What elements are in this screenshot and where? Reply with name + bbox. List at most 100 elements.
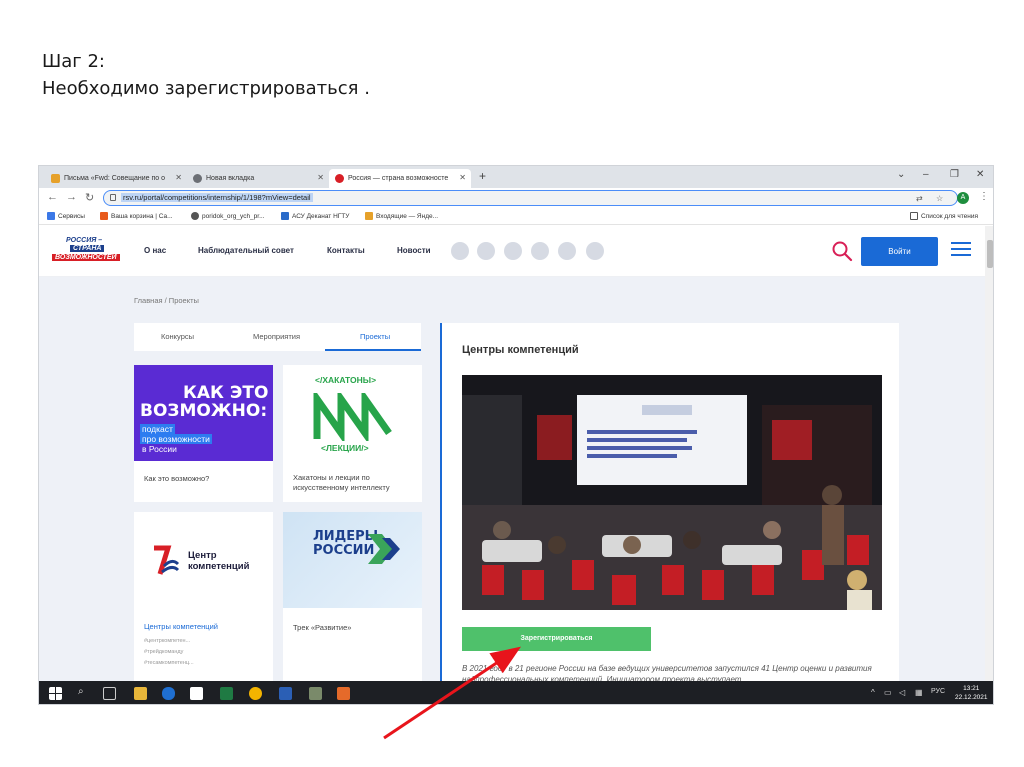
bookmark-icon	[100, 212, 108, 220]
logo-line3: ВОЗМОЖНОСТЕЙ	[52, 254, 120, 261]
close-icon[interactable]: ✕	[317, 173, 324, 182]
tab-new[interactable]: Новая вкладка ✕	[187, 169, 329, 188]
forward-arrow-icon[interactable]: →	[66, 191, 77, 203]
minimize-icon[interactable]: –	[923, 169, 929, 180]
page-content: Главная / Проекты Конкурсы Мероприятия П…	[39, 277, 985, 681]
hackathon-label-top: </ХАКАТОНЫ>	[315, 375, 377, 385]
tab-label: Письма «Fwd: Совещание по о	[64, 175, 166, 182]
translate-icon[interactable]: ⇄	[916, 194, 923, 203]
keyboard-icon[interactable]: ▦	[915, 688, 923, 697]
bookmark-poridok[interactable]: poridok_org_ych_pr...	[191, 212, 265, 220]
competence-logo-line2: компетенций	[188, 561, 250, 572]
bookmark-label: Сервисы	[58, 212, 85, 220]
bookmark-icon	[191, 212, 199, 220]
youtube-icon[interactable]	[586, 242, 604, 260]
window-close-icon[interactable]: ✕	[976, 169, 984, 180]
chrome-icon	[193, 174, 202, 183]
bookmark-yandex-mail[interactable]: Входящие — Янде...	[365, 212, 438, 220]
tag[interactable]: #тесамкомпетенц...	[144, 658, 194, 669]
search-icon[interactable]	[831, 240, 853, 262]
edge-icon[interactable]	[162, 687, 175, 700]
annotation-arrow-icon	[383, 646, 521, 740]
tab-events[interactable]: Мероприятия	[253, 332, 300, 341]
reading-list-icon	[910, 212, 918, 220]
close-icon[interactable]: ✕	[459, 173, 466, 182]
back-arrow-icon[interactable]: ←	[47, 191, 58, 203]
bookmark-services[interactable]: Сервисы	[47, 212, 85, 220]
network-icon[interactable]: ▭	[884, 688, 892, 697]
competence-logo-text: Центр компетенций	[188, 550, 249, 572]
address-bar[interactable]: rsv.ru/portal/competitions/internship/1/…	[103, 190, 958, 206]
url-text[interactable]: rsv.ru/portal/competitions/internship/1/…	[121, 193, 313, 202]
reading-list[interactable]: Список для чтения	[910, 212, 978, 220]
ok-icon[interactable]	[477, 242, 495, 260]
file-explorer-icon[interactable]	[134, 687, 147, 700]
reload-icon[interactable]: ↻	[85, 191, 94, 204]
system-clock[interactable]: 13:21 22.12.2021	[955, 684, 988, 702]
detail-title: Центры компетенций	[462, 344, 579, 356]
facebook-icon[interactable]	[531, 242, 549, 260]
vk-icon[interactable]	[451, 242, 469, 260]
bookmark-cart[interactable]: Ваша корзина | Са...	[100, 212, 173, 220]
nav-board[interactable]: Наблюдательный совет	[198, 246, 294, 255]
chrome-icon[interactable]	[249, 687, 262, 700]
tab-projects[interactable]: Проекты	[360, 332, 390, 341]
star-icon[interactable]: ☆	[936, 194, 943, 203]
word-icon[interactable]	[279, 687, 292, 700]
more-menu-icon[interactable]: ⋮	[979, 191, 989, 202]
app-icon[interactable]	[309, 687, 322, 700]
project-card-hackathons[interactable]: </ХАКАТОНЫ> <ЛЕКЦИИ/> Хакатоны и лекции …	[283, 365, 422, 502]
powerpoint-icon[interactable]	[337, 687, 350, 700]
bookmark-label: Входящие — Янде...	[376, 212, 439, 220]
podcast-sub2: про возможности	[140, 434, 212, 444]
task-view-icon[interactable]	[103, 687, 116, 700]
slide-title-line1: Шаг 2:	[42, 51, 105, 72]
project-card-competence-centers[interactable]: Центр компетенций Центры компетенций #це…	[134, 512, 273, 681]
excel-icon[interactable]	[220, 687, 233, 700]
bookmark-label: АСУ Деканат НГТУ	[292, 212, 350, 220]
tray-chevron-icon[interactable]: ^	[871, 688, 875, 697]
store-icon[interactable]	[190, 687, 203, 700]
leaders-image: ЛИДЕРЫ РОССИИ	[283, 512, 422, 608]
apps-icon	[47, 212, 55, 220]
tab-strip: Письма «Fwd: Совещание по о ✕ Новая вкла…	[39, 166, 993, 188]
menu-icon[interactable]	[951, 242, 971, 258]
new-tab-button[interactable]: +	[479, 169, 486, 183]
windows-start-icon[interactable]	[49, 687, 62, 700]
site-header: РОССИЯ – СТРАНА ВОЗМОЖНОСТЕЙ О нас Наблю…	[39, 226, 985, 277]
slide-title: Шаг 2: Необходимо зарегистрироваться .	[42, 48, 370, 102]
volume-icon[interactable]: ◁	[899, 688, 905, 697]
slide-title-line2: Необходимо зарегистрироваться .	[42, 78, 370, 99]
maximize-icon[interactable]: ❐	[950, 169, 959, 180]
active-tab-underline	[325, 349, 421, 351]
bookmark-asu[interactable]: АСУ Деканат НГТУ	[281, 212, 349, 220]
nav-news[interactable]: Новости	[397, 246, 431, 255]
tab-mail[interactable]: Письма «Fwd: Совещание по о ✕	[45, 169, 187, 188]
leaders-arrow-icon	[368, 534, 400, 564]
tab-site[interactable]: Россия — страна возможносте ✕	[329, 169, 471, 188]
card-tags: #центркомпетен... #трейдкоманду #тесамко…	[144, 636, 194, 669]
close-icon[interactable]: ✕	[175, 173, 182, 182]
breadcrumb[interactable]: Главная / Проекты	[134, 296, 199, 305]
login-button[interactable]: Войти	[861, 237, 938, 266]
scrollbar-thumb[interactable]	[987, 240, 993, 268]
tag[interactable]: #центркомпетен...	[144, 636, 194, 647]
tab-contests[interactable]: Конкурсы	[161, 332, 194, 341]
search-icon[interactable]: ⌕	[78, 686, 84, 697]
telegram-icon[interactable]	[558, 242, 576, 260]
page-scrollbar[interactable]	[985, 226, 993, 681]
tag[interactable]: #трейдкоманду	[144, 647, 194, 658]
nav-about[interactable]: О нас	[144, 246, 166, 255]
nav-contacts[interactable]: Контакты	[327, 246, 365, 255]
language-indicator[interactable]: РУС	[931, 688, 945, 695]
card-caption: Трек «Развитие»	[293, 623, 352, 632]
conference-photo-image	[462, 375, 882, 610]
site-logo[interactable]: РОССИЯ – СТРАНА ВОЗМОЖНОСТЕЙ	[52, 237, 122, 265]
podcast-sub3: в России	[142, 444, 177, 454]
tab-label: Новая вкладка	[206, 175, 255, 182]
project-card-podcast[interactable]: КАК ЭТО ВОЗМОЖНО: подкаст про возможност…	[134, 365, 273, 502]
chevron-down-icon[interactable]: ⌄	[897, 169, 905, 180]
profile-avatar[interactable]: A	[957, 192, 969, 204]
browser-window: Письма «Fwd: Совещание по о ✕ Новая вкла…	[38, 165, 994, 705]
instagram-icon[interactable]	[504, 242, 522, 260]
